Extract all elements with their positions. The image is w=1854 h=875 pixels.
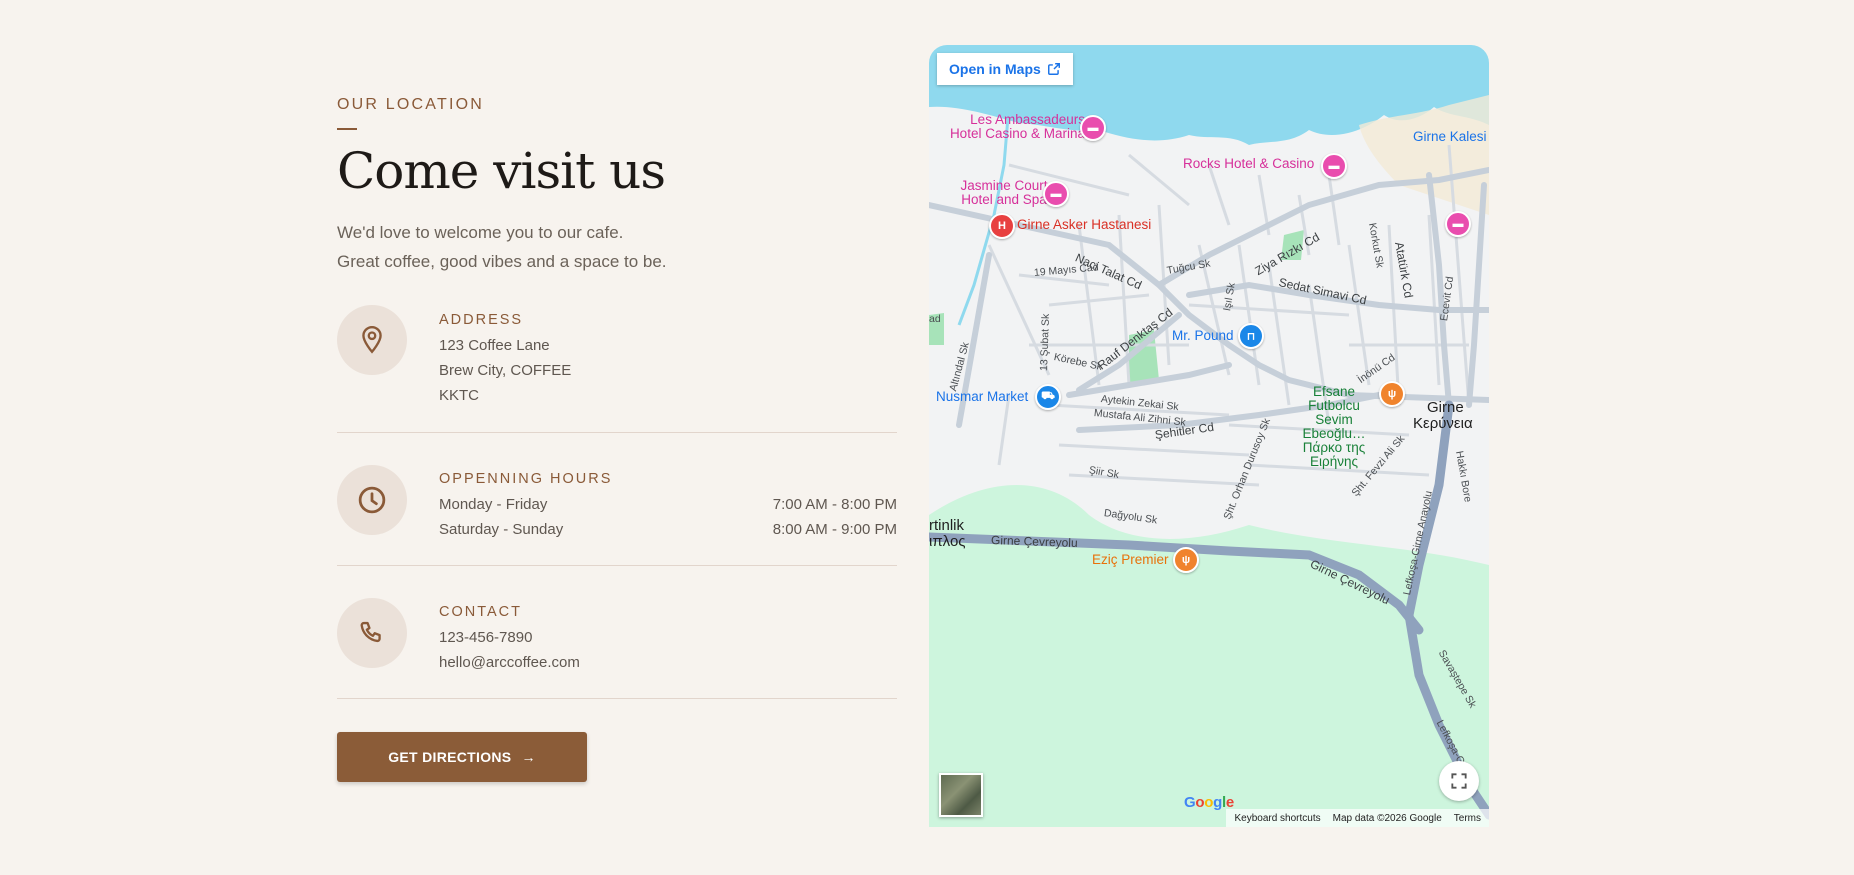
intro-text: We'd love to welcome you to our cafe. Gr… (337, 218, 667, 276)
place-ptlos: ιπλος (929, 533, 966, 550)
eyebrow-underline (337, 128, 357, 130)
poi-label: Futbolcu (1308, 398, 1360, 413)
contact-phone[interactable]: 123-456-7890 (439, 625, 897, 650)
map-data-text: Map data ©2026 Google (1332, 812, 1442, 824)
poi-label: Sevim (1315, 412, 1353, 427)
intro-line: We'd love to welcome you to our cafe. (337, 223, 624, 242)
contact-block: CONTACT 123-456-7890 hello@arccoffee.com (337, 598, 897, 678)
phone-icon (360, 621, 381, 643)
contact-icon-circle (337, 598, 407, 668)
hours-days: Saturday - Sunday (439, 521, 564, 538)
poi-efsane-park[interactable]: Efsane Futbolcu Sevim Ebeoğlu… Πάρκο της… (1299, 385, 1369, 469)
get-directions-button[interactable]: GET DIRECTIONS → (337, 732, 587, 782)
hours-icon-circle (337, 465, 407, 535)
restaurant-pin-icon[interactable]: ψ (1173, 547, 1199, 573)
hours-time: 8:00 AM - 9:00 PM (772, 521, 897, 538)
place-kerynia: Κερύνεια (1413, 415, 1473, 432)
hotel-pin-icon[interactable]: ▬ (1080, 115, 1106, 141)
place-girne: Girne (1427, 399, 1464, 416)
hospital-pin-icon[interactable]: H (989, 213, 1015, 239)
hours-row: Monday - Friday 7:00 AM - 8:00 PM (439, 492, 897, 517)
fullscreen-icon (1451, 773, 1467, 789)
open-in-maps-label: Open in Maps (949, 61, 1041, 77)
poi-girne-asker-hastanesi[interactable]: Girne Asker Hastanesi (1017, 218, 1151, 232)
divider (337, 698, 897, 699)
hotel-pin-icon[interactable]: ▬ (1321, 153, 1347, 179)
get-directions-label: GET DIRECTIONS (388, 749, 512, 765)
place-ertinlik: rtinlik (929, 517, 965, 534)
satellite-toggle-button[interactable] (939, 773, 983, 817)
hotel-pin-icon[interactable]: ▬ (1043, 181, 1069, 207)
hours-days: Monday - Friday (439, 496, 548, 513)
street-label: 13 Şubat Sk (1038, 313, 1052, 372)
poi-label: Ειρήνης (1310, 454, 1358, 469)
street-label: Girne Çevreyolu (990, 533, 1078, 551)
contact-email[interactable]: hello@arccoffee.com (439, 650, 897, 675)
contact-label: CONTACT (439, 604, 523, 620)
intro-line: Great coffee, good vibes and a space to … (337, 252, 667, 271)
divider (337, 432, 897, 433)
divider (337, 565, 897, 566)
clock-icon (358, 486, 386, 514)
poi-label: Efsane (1312, 384, 1356, 399)
address-line: Brew City, COFFEE (439, 362, 572, 379)
hours-row: Saturday - Sunday 8:00 AM - 9:00 PM (439, 517, 897, 542)
address-line: KKTC (439, 387, 480, 404)
hours-label: OPPENNING HOURS (439, 471, 613, 487)
location-pin-icon (362, 325, 382, 354)
poi-les-ambassadeurs[interactable]: Les Ambassadeurs Hotel Casino & Marina (937, 113, 1085, 141)
street-label: ad (929, 313, 941, 325)
poi-label: Πάρκο της (1302, 440, 1366, 455)
map-attribution: Keyboard shortcuts Map data ©2026 Google… (1226, 809, 1489, 827)
fullscreen-button[interactable] (1439, 761, 1479, 801)
section-eyebrow: OUR LOCATION (337, 96, 485, 113)
hours-time: 7:00 AM - 8:00 PM (772, 496, 897, 513)
arrow-right-icon: → (521, 749, 536, 765)
restaurant-pin-icon[interactable]: ψ (1379, 381, 1405, 407)
cart-pin-icon[interactable]: ⛟ (1035, 384, 1061, 410)
hotel-pin-icon[interactable]: ▬ (1445, 211, 1471, 237)
page-title: Come visit us (337, 142, 666, 200)
poi-label: Ebeoğlu… (1302, 426, 1366, 441)
address-block: ADDRESS 123 Coffee Lane Brew City, COFFE… (337, 305, 897, 405)
hours-block: OPPENNING HOURS Monday - Friday 7:00 AM … (337, 465, 897, 545)
keyboard-shortcuts-link[interactable]: Keyboard shortcuts (1234, 813, 1320, 824)
shopping-pin-icon[interactable]: ⊓ (1238, 323, 1264, 349)
terms-link[interactable]: Terms (1454, 813, 1481, 824)
address-label: ADDRESS (439, 312, 524, 328)
poi-girne-kalesi[interactable]: Girne Kalesi (1413, 130, 1487, 144)
address-icon-circle (337, 305, 407, 375)
poi-nusmar-market[interactable]: Nusmar Market (936, 390, 1028, 404)
poi-rocks-hotel[interactable]: Rocks Hotel & Casino (1183, 157, 1314, 171)
poi-label: Hotel Casino & Marina (949, 126, 1085, 141)
poi-label: Les Ambassadeurs (970, 112, 1085, 127)
poi-eziz-premier[interactable]: Eziç Premier (1092, 553, 1169, 567)
address-line: 123 Coffee Lane (439, 337, 550, 354)
poi-mr-pound[interactable]: Mr. Pound (1172, 329, 1234, 343)
open-in-maps-button[interactable]: Open in Maps (937, 53, 1073, 85)
external-link-icon (1047, 63, 1060, 75)
map-embed[interactable]: Open in Maps Les Ambassadeurs Hotel Casi… (929, 45, 1489, 827)
